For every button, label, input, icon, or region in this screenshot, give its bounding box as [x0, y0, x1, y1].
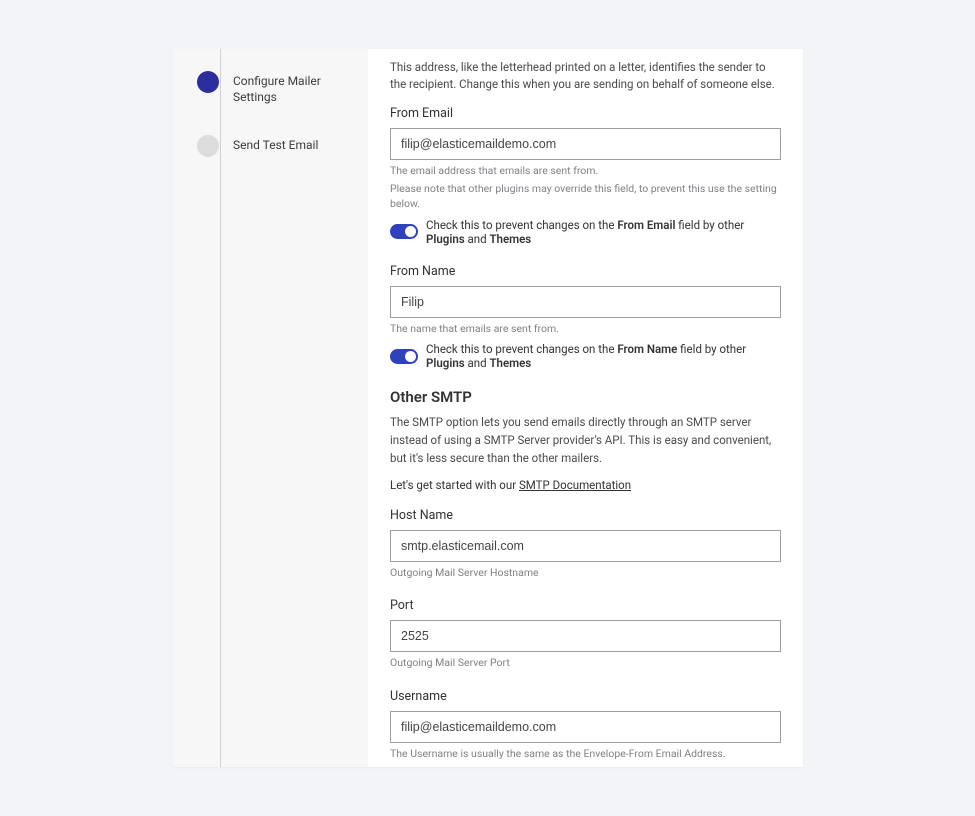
sidebar: Configure Mailer Settings Send Test Emai…	[173, 49, 368, 767]
username-help: The Username is usually the same as the …	[390, 747, 781, 762]
step-label: Send Test Email	[233, 135, 318, 153]
from-email-help2: Please note that other plugins may overr…	[390, 182, 781, 211]
host-name-group: Host Name Outgoing Mail Server Hostname	[390, 508, 781, 581]
host-name-help: Outgoing Mail Server Hostname	[390, 566, 781, 581]
step-circle-inactive	[197, 135, 219, 157]
port-help: Outgoing Mail Server Port	[390, 656, 781, 671]
step-configure-mailer[interactable]: Configure Mailer Settings	[197, 71, 356, 105]
username-label: Username	[390, 689, 781, 704]
smtp-doclink-line: Let's get started with our SMTP Document…	[390, 478, 781, 492]
from-name-toggle[interactable]	[390, 349, 418, 364]
from-email-label: From Email	[390, 106, 781, 121]
from-email-help1: The email address that emails are sent f…	[390, 164, 781, 179]
username-group: Username The Username is usually the sam…	[390, 689, 781, 762]
from-name-label: From Name	[390, 264, 781, 279]
step-circle-active	[197, 71, 219, 93]
from-email-toggle-row: Check this to prevent changes on the Fro…	[390, 218, 781, 246]
intro-text: This address, like the letterhead printe…	[390, 59, 781, 94]
step-label: Configure Mailer Settings	[233, 71, 356, 105]
main-content: This address, like the letterhead printe…	[368, 49, 803, 767]
other-smtp-desc: The SMTP option lets you send emails dir…	[390, 414, 781, 467]
from-name-input[interactable]	[390, 286, 781, 318]
port-label: Port	[390, 598, 781, 613]
from-name-toggle-text: Check this to prevent changes on the Fro…	[426, 342, 781, 370]
smtp-documentation-link[interactable]: SMTP Documentation	[519, 478, 631, 492]
from-email-input[interactable]	[390, 128, 781, 160]
step-send-test-email[interactable]: Send Test Email	[197, 135, 356, 157]
from-email-group: From Email The email address that emails…	[390, 106, 781, 246]
from-name-help: The name that emails are sent from.	[390, 322, 781, 337]
from-email-toggle[interactable]	[390, 224, 418, 239]
host-name-input[interactable]	[390, 530, 781, 562]
username-input[interactable]	[390, 711, 781, 743]
host-name-label: Host Name	[390, 508, 781, 523]
port-group: Port Outgoing Mail Server Port	[390, 598, 781, 671]
from-name-toggle-row: Check this to prevent changes on the Fro…	[390, 342, 781, 370]
from-name-group: From Name The name that emails are sent …	[390, 264, 781, 371]
other-smtp-title: Other SMTP	[390, 388, 781, 406]
from-email-toggle-text: Check this to prevent changes on the Fro…	[426, 218, 781, 246]
port-input[interactable]	[390, 620, 781, 652]
